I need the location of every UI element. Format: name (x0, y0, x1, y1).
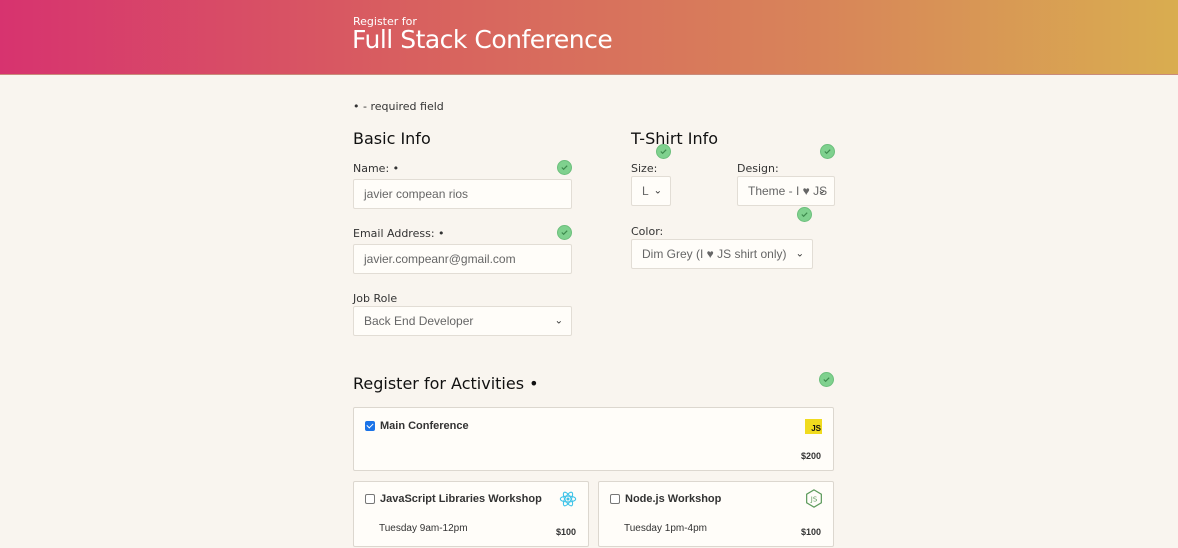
tshirt-info-heading: T-Shirt Info (631, 129, 719, 148)
react-icon (559, 491, 577, 507)
color-label: Color: (631, 225, 664, 238)
required-field-note: • - required field (353, 100, 444, 113)
size-value: L (642, 184, 649, 198)
valid-check-icon (656, 144, 671, 159)
page-header: Register for Full Stack Conference (0, 0, 1178, 75)
valid-check-icon (797, 207, 812, 222)
svg-text:JS: JS (810, 496, 817, 504)
name-label: Name: • (353, 162, 400, 175)
javascript-icon: JS (805, 419, 822, 434)
size-select[interactable]: L ⌄ (631, 176, 671, 206)
activity-card-nodejs[interactable]: Node.js Workshop JS Tuesday 1pm-4pm $100 (598, 481, 834, 547)
activity-name: JavaScript Libraries Workshop (380, 493, 542, 505)
activity-card-main-conference[interactable]: Main Conference JS $200 (353, 407, 834, 471)
chevron-down-icon: ⌄ (817, 185, 826, 197)
color-select[interactable]: Dim Grey (I ♥ JS shirt only) ⌄ (631, 239, 813, 269)
valid-check-icon (557, 160, 572, 175)
job-role-label: Job Role (353, 292, 398, 305)
valid-check-icon (557, 225, 572, 240)
color-value: Dim Grey (I ♥ JS shirt only) (642, 247, 787, 261)
activities-heading: Register for Activities • (353, 374, 539, 393)
chevron-down-icon: ⌄ (653, 185, 662, 197)
design-select[interactable]: Theme - I ♥ JS ⌄ (737, 176, 835, 206)
activity-time: Tuesday 1pm-4pm (624, 523, 707, 534)
activity-price: $100 (555, 527, 576, 537)
activity-price: $100 (800, 527, 821, 537)
activity-card-js-libraries[interactable]: JavaScript Libraries Workshop Tuesday 9a… (353, 481, 589, 547)
activity-price: $200 (800, 451, 821, 461)
email-label: Email Address: • (353, 227, 445, 240)
valid-check-icon (819, 372, 834, 387)
name-input[interactable]: javier compean rios (353, 179, 572, 209)
valid-check-icon (820, 144, 835, 159)
nodejs-icon: JS (806, 489, 822, 508)
job-role-value: Back End Developer (364, 314, 474, 328)
activity-name: Main Conference (380, 420, 469, 432)
design-value: Theme - I ♥ JS (748, 184, 828, 198)
activity-name: Node.js Workshop (625, 493, 722, 505)
main-conference-checkbox[interactable] (365, 421, 375, 431)
size-label: Size: (631, 162, 658, 175)
page-title: Full Stack Conference (352, 25, 613, 54)
chevron-down-icon: ⌄ (554, 315, 563, 327)
activity-time: Tuesday 9am-12pm (379, 523, 468, 534)
job-role-select[interactable]: Back End Developer ⌄ (353, 306, 572, 336)
email-input[interactable]: javier.compeanr@gmail.com (353, 244, 572, 274)
basic-info-heading: Basic Info (353, 129, 431, 148)
chevron-down-icon: ⌄ (795, 248, 804, 260)
design-label: Design: (737, 162, 779, 175)
nodejs-checkbox[interactable] (610, 494, 620, 504)
js-libraries-checkbox[interactable] (365, 494, 375, 504)
